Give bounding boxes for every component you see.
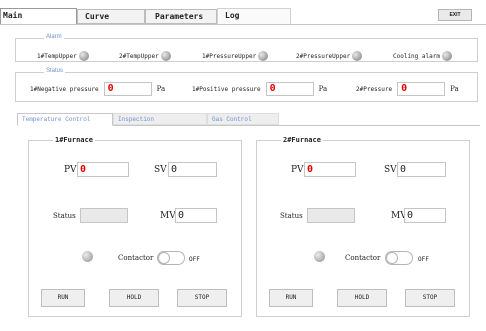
contactor-label: Contactor xyxy=(345,254,381,262)
status-unit: Pa xyxy=(450,85,459,93)
pv-label: PV xyxy=(64,165,77,175)
alarm-item-1-pressure-upper: 1#PressureUpper xyxy=(202,50,269,62)
status-legend: Status xyxy=(44,68,66,74)
toggle-knob xyxy=(158,252,170,264)
alarm-label: Cooling alarm xyxy=(393,52,440,60)
alarm-indicator-icon xyxy=(441,51,452,61)
status-unit: Pa xyxy=(318,85,328,93)
pv-value: 0 xyxy=(77,162,129,177)
alarm-item-1-temp-upper: 1#TempUpper xyxy=(37,50,89,62)
status-value: 0 xyxy=(265,82,314,96)
alarm-label: 1#PressureUpper xyxy=(202,52,257,60)
toggle-state-label: OFF xyxy=(418,256,429,263)
contactor-toggle[interactable] xyxy=(157,251,185,265)
alarm-group: Alarm 1#TempUpper 2#TempUpper 1#Pressure… xyxy=(15,34,478,62)
alarm-item-2-pressure-upper: 2#PressureUpper xyxy=(296,50,363,62)
tab-curve[interactable]: Curve xyxy=(77,9,145,24)
pv-value: 0 xyxy=(304,162,356,177)
status-item-2-pressure: 2#Pressure 0 Pa xyxy=(356,82,459,96)
status-field xyxy=(80,208,128,223)
contactor-indicator-icon xyxy=(82,251,93,262)
tab-parameters-label: Parameters xyxy=(155,12,204,21)
contactor-toggle[interactable] xyxy=(385,251,413,265)
furnace-title: 2#Furnace xyxy=(281,136,323,144)
status-label: 1#Negative pressure xyxy=(30,85,99,93)
hold-button[interactable]: HOLD xyxy=(109,289,159,307)
sv-input[interactable]: 0 xyxy=(397,162,446,177)
status-unit: Pa xyxy=(156,85,166,93)
furnace-title: 1#Furnace xyxy=(53,136,95,144)
tab-parameters[interactable]: Parameters xyxy=(145,9,217,24)
subtab-gas-control[interactable]: Gas Control xyxy=(207,113,279,125)
alarm-label: 2#TempUpper xyxy=(119,52,159,60)
tab-log-label: Log xyxy=(225,11,240,20)
status-field xyxy=(307,208,355,223)
status-value: 0 xyxy=(103,82,152,96)
status-group: Status 1#Negative pressure 0 Pa 1#Positi… xyxy=(15,68,478,102)
alarm-label: 1#TempUpper xyxy=(37,52,77,60)
sv-label: SV xyxy=(154,165,167,175)
alarm-item-2-temp-upper: 2#TempUpper xyxy=(119,50,171,62)
mv-label: MV xyxy=(160,211,176,221)
status-item-1-positive-pressure: 1#Positive pressure 0 Pa xyxy=(192,82,327,96)
alarm-indicator-icon xyxy=(78,51,89,61)
alarm-indicator-icon xyxy=(258,51,269,61)
mv-input[interactable]: 0 xyxy=(175,208,217,223)
toggle-knob xyxy=(386,252,398,264)
sv-input[interactable]: 0 xyxy=(168,162,217,177)
exit-button[interactable]: EXIT xyxy=(438,9,472,21)
sv-label: SV xyxy=(384,165,397,175)
furnace-2-panel: 2#Furnace PV 0 SV 0 Status MV 0 Contacto… xyxy=(256,136,470,317)
stop-button[interactable]: STOP xyxy=(405,289,455,307)
subtab-inspection[interactable]: Inspection xyxy=(113,113,207,125)
status-item-1-negative-pressure: 1#Negative pressure 0 Pa xyxy=(30,82,165,96)
status-label: 2#Pressure xyxy=(356,85,393,93)
hold-button[interactable]: HOLD xyxy=(337,289,387,307)
tab-curve-label: Curve xyxy=(85,12,110,21)
alarm-indicator-icon xyxy=(352,51,363,61)
contactor-label: Contactor xyxy=(118,254,154,262)
contactor-indicator-icon xyxy=(314,251,325,262)
tab-bar-divider xyxy=(0,24,486,25)
furnace-1-panel: 1#Furnace PV 0 SV 0 Status MV 0 Contacto… xyxy=(28,136,242,317)
tab-main[interactable]: Main xyxy=(0,8,77,24)
status-label: Status xyxy=(280,212,303,220)
pv-label: PV xyxy=(291,165,304,175)
alarm-item-cooling: Cooling alarm xyxy=(393,50,452,62)
tab-log[interactable]: Log xyxy=(217,8,291,24)
alarm-label: 2#PressureUpper xyxy=(296,52,351,60)
stop-button[interactable]: STOP xyxy=(177,289,227,307)
status-value: 0 xyxy=(397,82,446,96)
alarm-indicator-icon xyxy=(160,51,171,61)
run-button[interactable]: RUN xyxy=(269,289,313,307)
mv-input[interactable]: 0 xyxy=(404,208,446,223)
alarm-legend: Alarm xyxy=(44,34,64,40)
status-label: 1#Positive pressure xyxy=(192,85,261,93)
toggle-state-label: OFF xyxy=(189,256,200,263)
status-label: Status xyxy=(53,212,76,220)
run-button[interactable]: RUN xyxy=(41,289,85,307)
subtab-temperature-control[interactable]: Temperature Control xyxy=(17,113,113,126)
